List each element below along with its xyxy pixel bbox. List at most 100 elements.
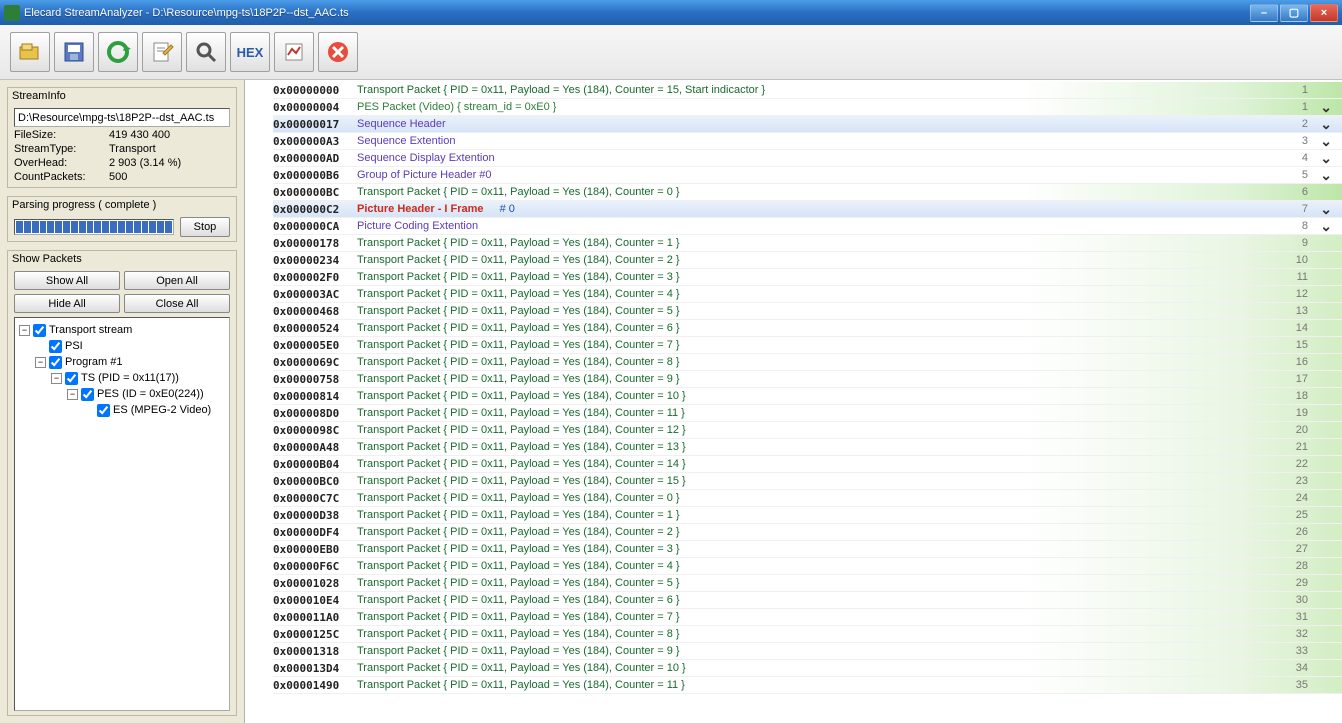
close-all-button[interactable]: Close All (124, 294, 230, 313)
tree-label: ES (MPEG-2 Video) (113, 404, 211, 416)
packet-row[interactable]: 0x0000125CTransport Packet { PID = 0x11,… (273, 626, 1342, 643)
packet-address: 0x00000DF4 (273, 526, 355, 539)
packet-row[interactable]: 0x00000A48Transport Packet { PID = 0x11,… (273, 439, 1342, 456)
expand-icon[interactable]: ⌄ (1320, 116, 1332, 133)
toolbar: HEX (0, 25, 1342, 80)
packet-row[interactable]: 0x00000EB0Transport Packet { PID = 0x11,… (273, 541, 1342, 558)
tree-check-es[interactable] (97, 404, 110, 417)
packet-row[interactable]: 0x000000B6Group of Picture Header #05⌄ (273, 167, 1342, 184)
packet-address: 0x00001028 (273, 577, 355, 590)
packet-row[interactable]: 0x00000C7CTransport Packet { PID = 0x11,… (273, 490, 1342, 507)
packet-row[interactable]: 0x0000069CTransport Packet { PID = 0x11,… (273, 354, 1342, 371)
parsing-title: Parsing progress ( complete ) (8, 197, 236, 213)
window-titlebar[interactable]: Elecard StreamAnalyzer - D:\Resource\mpg… (0, 0, 1342, 25)
stream-path-input[interactable] (14, 108, 230, 127)
minimize-button[interactable]: – (1250, 4, 1278, 22)
packet-row[interactable]: 0x00001318Transport Packet { PID = 0x11,… (273, 643, 1342, 660)
packet-row[interactable]: 0x00000BC0Transport Packet { PID = 0x11,… (273, 473, 1342, 490)
packet-address: 0x00000524 (273, 322, 355, 335)
packet-row[interactable]: 0x0000098CTransport Packet { PID = 0x11,… (273, 422, 1342, 439)
packet-description: Transport Packet { PID = 0x11, Payload =… (357, 373, 680, 385)
hex-view-button[interactable]: HEX (230, 32, 270, 72)
packet-row[interactable]: 0x000003ACTransport Packet { PID = 0x11,… (273, 286, 1342, 303)
maximize-button[interactable]: ▢ (1280, 4, 1308, 22)
row-index: 29 (1296, 577, 1308, 589)
refresh-button[interactable] (98, 32, 138, 72)
tree-node-program-1[interactable]: −Program #1 (19, 354, 225, 370)
search-button[interactable] (186, 32, 226, 72)
collapse-icon[interactable]: − (67, 389, 78, 400)
expand-icon[interactable]: ⌄ (1320, 99, 1332, 116)
packet-row[interactable]: 0x00000D38Transport Packet { PID = 0x11,… (273, 507, 1342, 524)
stop-button[interactable]: Stop (180, 217, 230, 237)
close-stream-button[interactable] (318, 32, 358, 72)
packet-row[interactable]: 0x00000468Transport Packet { PID = 0x11,… (273, 303, 1342, 320)
show-all-button[interactable]: Show All (14, 271, 120, 290)
packet-row[interactable]: 0x000000ADSequence Display Extention4⌄ (273, 150, 1342, 167)
window-close-button[interactable]: × (1310, 4, 1338, 22)
packet-address: 0x00000A48 (273, 441, 355, 454)
open-all-button[interactable]: Open All (124, 271, 230, 290)
expand-icon[interactable]: ⌄ (1320, 201, 1332, 218)
packet-row[interactable]: 0x00001490Transport Packet { PID = 0x11,… (273, 677, 1342, 694)
hide-all-button[interactable]: Hide All (14, 294, 120, 313)
tree-node-pes[interactable]: −PES (ID = 0xE0(224)) (19, 386, 225, 402)
collapse-icon[interactable]: − (35, 357, 46, 368)
row-index: 12 (1296, 288, 1308, 300)
packet-row[interactable]: 0x00000814Transport Packet { PID = 0x11,… (273, 388, 1342, 405)
packet-list[interactable]: 0x00000000Transport Packet { PID = 0x11,… (245, 80, 1342, 723)
packet-row[interactable]: 0x00000178Transport Packet { PID = 0x11,… (273, 235, 1342, 252)
packet-row[interactable]: 0x000000CAPicture Coding Extention8⌄ (273, 218, 1342, 235)
tree-check-pes[interactable] (81, 388, 94, 401)
tree-label: Transport stream (49, 324, 132, 336)
packet-row[interactable]: 0x000008D0Transport Packet { PID = 0x11,… (273, 405, 1342, 422)
packet-row[interactable]: 0x000013D4Transport Packet { PID = 0x11,… (273, 660, 1342, 677)
packet-row[interactable]: 0x00000DF4Transport Packet { PID = 0x11,… (273, 524, 1342, 541)
expand-icon[interactable]: ⌄ (1320, 150, 1332, 167)
packet-row[interactable]: 0x000000BCTransport Packet { PID = 0x11,… (273, 184, 1342, 201)
tree-check-ts[interactable] (65, 372, 78, 385)
collapse-icon[interactable]: − (19, 325, 30, 336)
packet-row[interactable]: 0x000000C2Picture Header - I Frame# 07⌄ (273, 201, 1342, 218)
collapse-icon[interactable]: − (51, 373, 62, 384)
packet-row[interactable]: 0x00000004PES Packet (Video) { stream_id… (273, 99, 1342, 116)
tree-node-es[interactable]: ES (MPEG-2 Video) (19, 402, 225, 418)
packet-row[interactable]: 0x00001028Transport Packet { PID = 0x11,… (273, 575, 1342, 592)
expand-icon[interactable]: ⌄ (1320, 218, 1332, 235)
packet-row[interactable]: 0x000010E4Transport Packet { PID = 0x11,… (273, 592, 1342, 609)
packet-row[interactable]: 0x00000758Transport Packet { PID = 0x11,… (273, 371, 1342, 388)
packet-row[interactable]: 0x000011A0Transport Packet { PID = 0x11,… (273, 609, 1342, 626)
packet-row[interactable]: 0x00000F6CTransport Packet { PID = 0x11,… (273, 558, 1342, 575)
packet-description: Transport Packet { PID = 0x11, Payload =… (357, 271, 680, 283)
save-button[interactable] (54, 32, 94, 72)
row-index: 2 (1302, 118, 1308, 130)
edit-note-button[interactable] (142, 32, 182, 72)
expand-icon[interactable]: ⌄ (1320, 167, 1332, 184)
packet-description: Transport Packet { PID = 0x11, Payload =… (357, 577, 680, 589)
tree-node-transport-stream[interactable]: − Transport stream (19, 322, 225, 338)
packet-row[interactable]: 0x00000000Transport Packet { PID = 0x11,… (273, 82, 1342, 99)
packet-row[interactable]: 0x000005E0Transport Packet { PID = 0x11,… (273, 337, 1342, 354)
row-index: 3 (1302, 135, 1308, 147)
packet-row[interactable]: 0x00000017Sequence Header2⌄ (273, 116, 1342, 133)
packets-tree[interactable]: − Transport stream PSI −Program #1 −TS (P… (14, 317, 230, 711)
picture-number: # 0 (500, 203, 515, 215)
tree-node-ts[interactable]: −TS (PID = 0x11(17)) (19, 370, 225, 386)
tree-check-program-1[interactable] (49, 356, 62, 369)
tree-check-psi[interactable] (49, 340, 62, 353)
report-button[interactable] (274, 32, 314, 72)
row-index: 18 (1296, 390, 1308, 402)
parsing-progress-bar (14, 219, 174, 235)
expand-icon[interactable]: ⌄ (1320, 133, 1332, 150)
packet-row[interactable]: 0x00000524Transport Packet { PID = 0x11,… (273, 320, 1342, 337)
tree-check-transport-stream[interactable] (33, 324, 46, 337)
packet-row[interactable]: 0x00000B04Transport Packet { PID = 0x11,… (273, 456, 1342, 473)
packet-description: Transport Packet { PID = 0x11, Payload =… (357, 679, 685, 691)
streamtype-value: Transport (109, 143, 156, 155)
open-file-button[interactable] (10, 32, 50, 72)
packet-row[interactable]: 0x000000A3Sequence Extention3⌄ (273, 133, 1342, 150)
countpackets-label: CountPackets: (14, 171, 109, 183)
packet-row[interactable]: 0x000002F0Transport Packet { PID = 0x11,… (273, 269, 1342, 286)
packet-row[interactable]: 0x00000234Transport Packet { PID = 0x11,… (273, 252, 1342, 269)
tree-node-psi[interactable]: PSI (19, 338, 225, 354)
